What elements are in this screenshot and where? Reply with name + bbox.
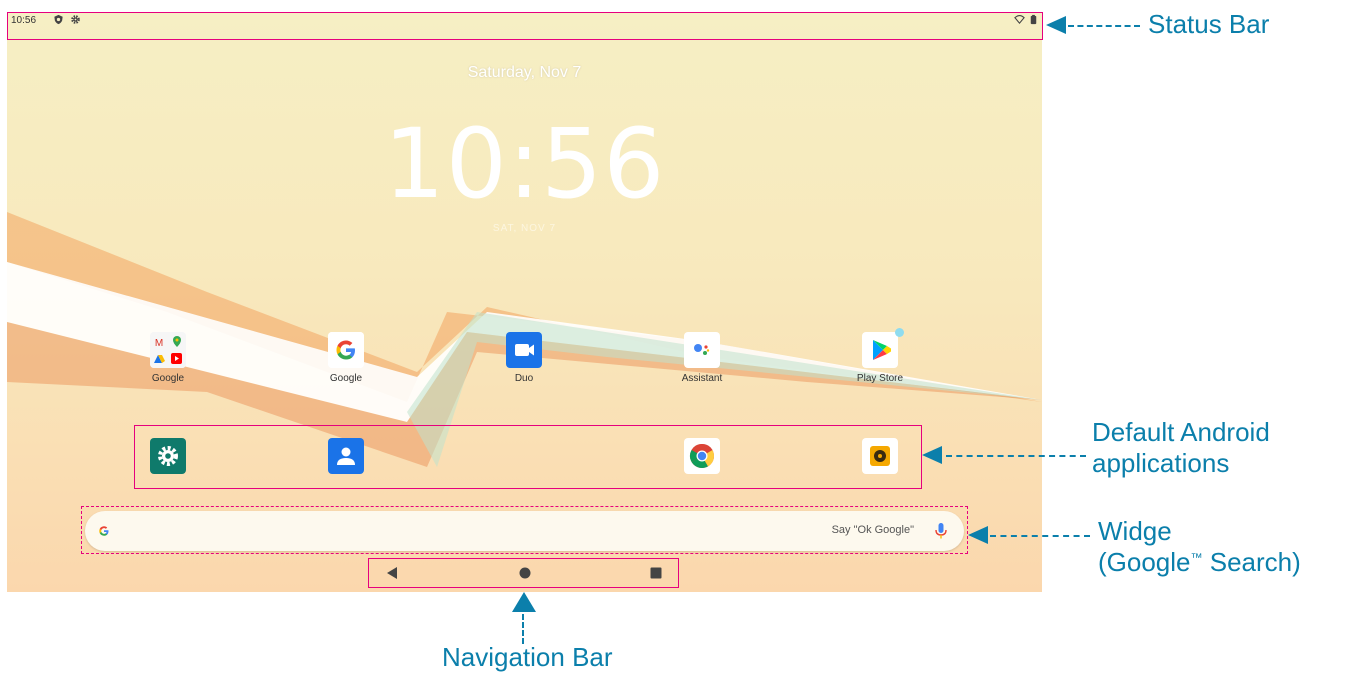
lockscreen-date: Saturday, Nov 7 [467, 64, 582, 81]
lockscreen-clock: 10:56 [383, 108, 666, 220]
play-store-icon [862, 328, 904, 368]
navigation-bar-leader [522, 614, 524, 644]
default-apps-callout-line1: Default Android [1092, 417, 1270, 447]
default-apps-highlight [134, 425, 922, 489]
widget-callout-search: Search) [1202, 547, 1301, 578]
default-apps-callout: Default Android applications [1092, 417, 1270, 479]
default-apps-callout-line2: applications [1092, 448, 1230, 479]
google-icon [328, 332, 364, 368]
status-bar-leader [1068, 25, 1140, 27]
wallpaper [7, 212, 1042, 467]
status-bar-arrow [1046, 16, 1066, 34]
widget-callout-google: (Google [1098, 547, 1191, 578]
navigation-bar-callout: Navigation Bar [442, 642, 613, 672]
app-label: Play Store [856, 373, 904, 384]
widget-leader [990, 535, 1090, 537]
android-screen: 10:56 Saturday, Nov 7 10:56 SAT, NOV 7 M [7, 12, 1042, 592]
trademark-symbol: ™ [1190, 550, 1203, 565]
widget-highlight [81, 506, 968, 554]
status-bar-highlight [7, 12, 1043, 40]
navigation-bar-highlight [368, 558, 679, 588]
app-google-folder[interactable]: M Google [123, 332, 213, 384]
app-duo[interactable]: Duo [479, 332, 569, 384]
navigation-bar-arrow [512, 592, 536, 612]
lockscreen-date-small: SAT, NOV 7 [492, 223, 557, 234]
app-assistant[interactable]: Assistant [657, 332, 747, 384]
widget-callout-line2: (Google™ Search) [1098, 547, 1301, 578]
app-google[interactable]: Google [301, 332, 391, 384]
widget-callout-line1: Widge [1098, 516, 1172, 546]
widget-callout: Widge (Google™ Search) [1098, 516, 1301, 578]
status-bar-callout: Status Bar [1148, 9, 1270, 39]
notification-dot [895, 328, 904, 337]
assistant-icon [684, 332, 720, 368]
app-play-store[interactable]: Play Store [835, 328, 925, 384]
default-apps-arrow [922, 446, 942, 464]
widget-arrow [968, 526, 988, 544]
svg-text:M: M [155, 338, 163, 349]
google-folder-icon: M [150, 332, 186, 368]
app-label: Google [151, 373, 185, 384]
duo-icon [506, 332, 542, 368]
app-label: Duo [514, 373, 534, 384]
app-label: Assistant [681, 373, 723, 384]
default-apps-leader [946, 455, 1086, 457]
app-label: Google [329, 373, 363, 384]
